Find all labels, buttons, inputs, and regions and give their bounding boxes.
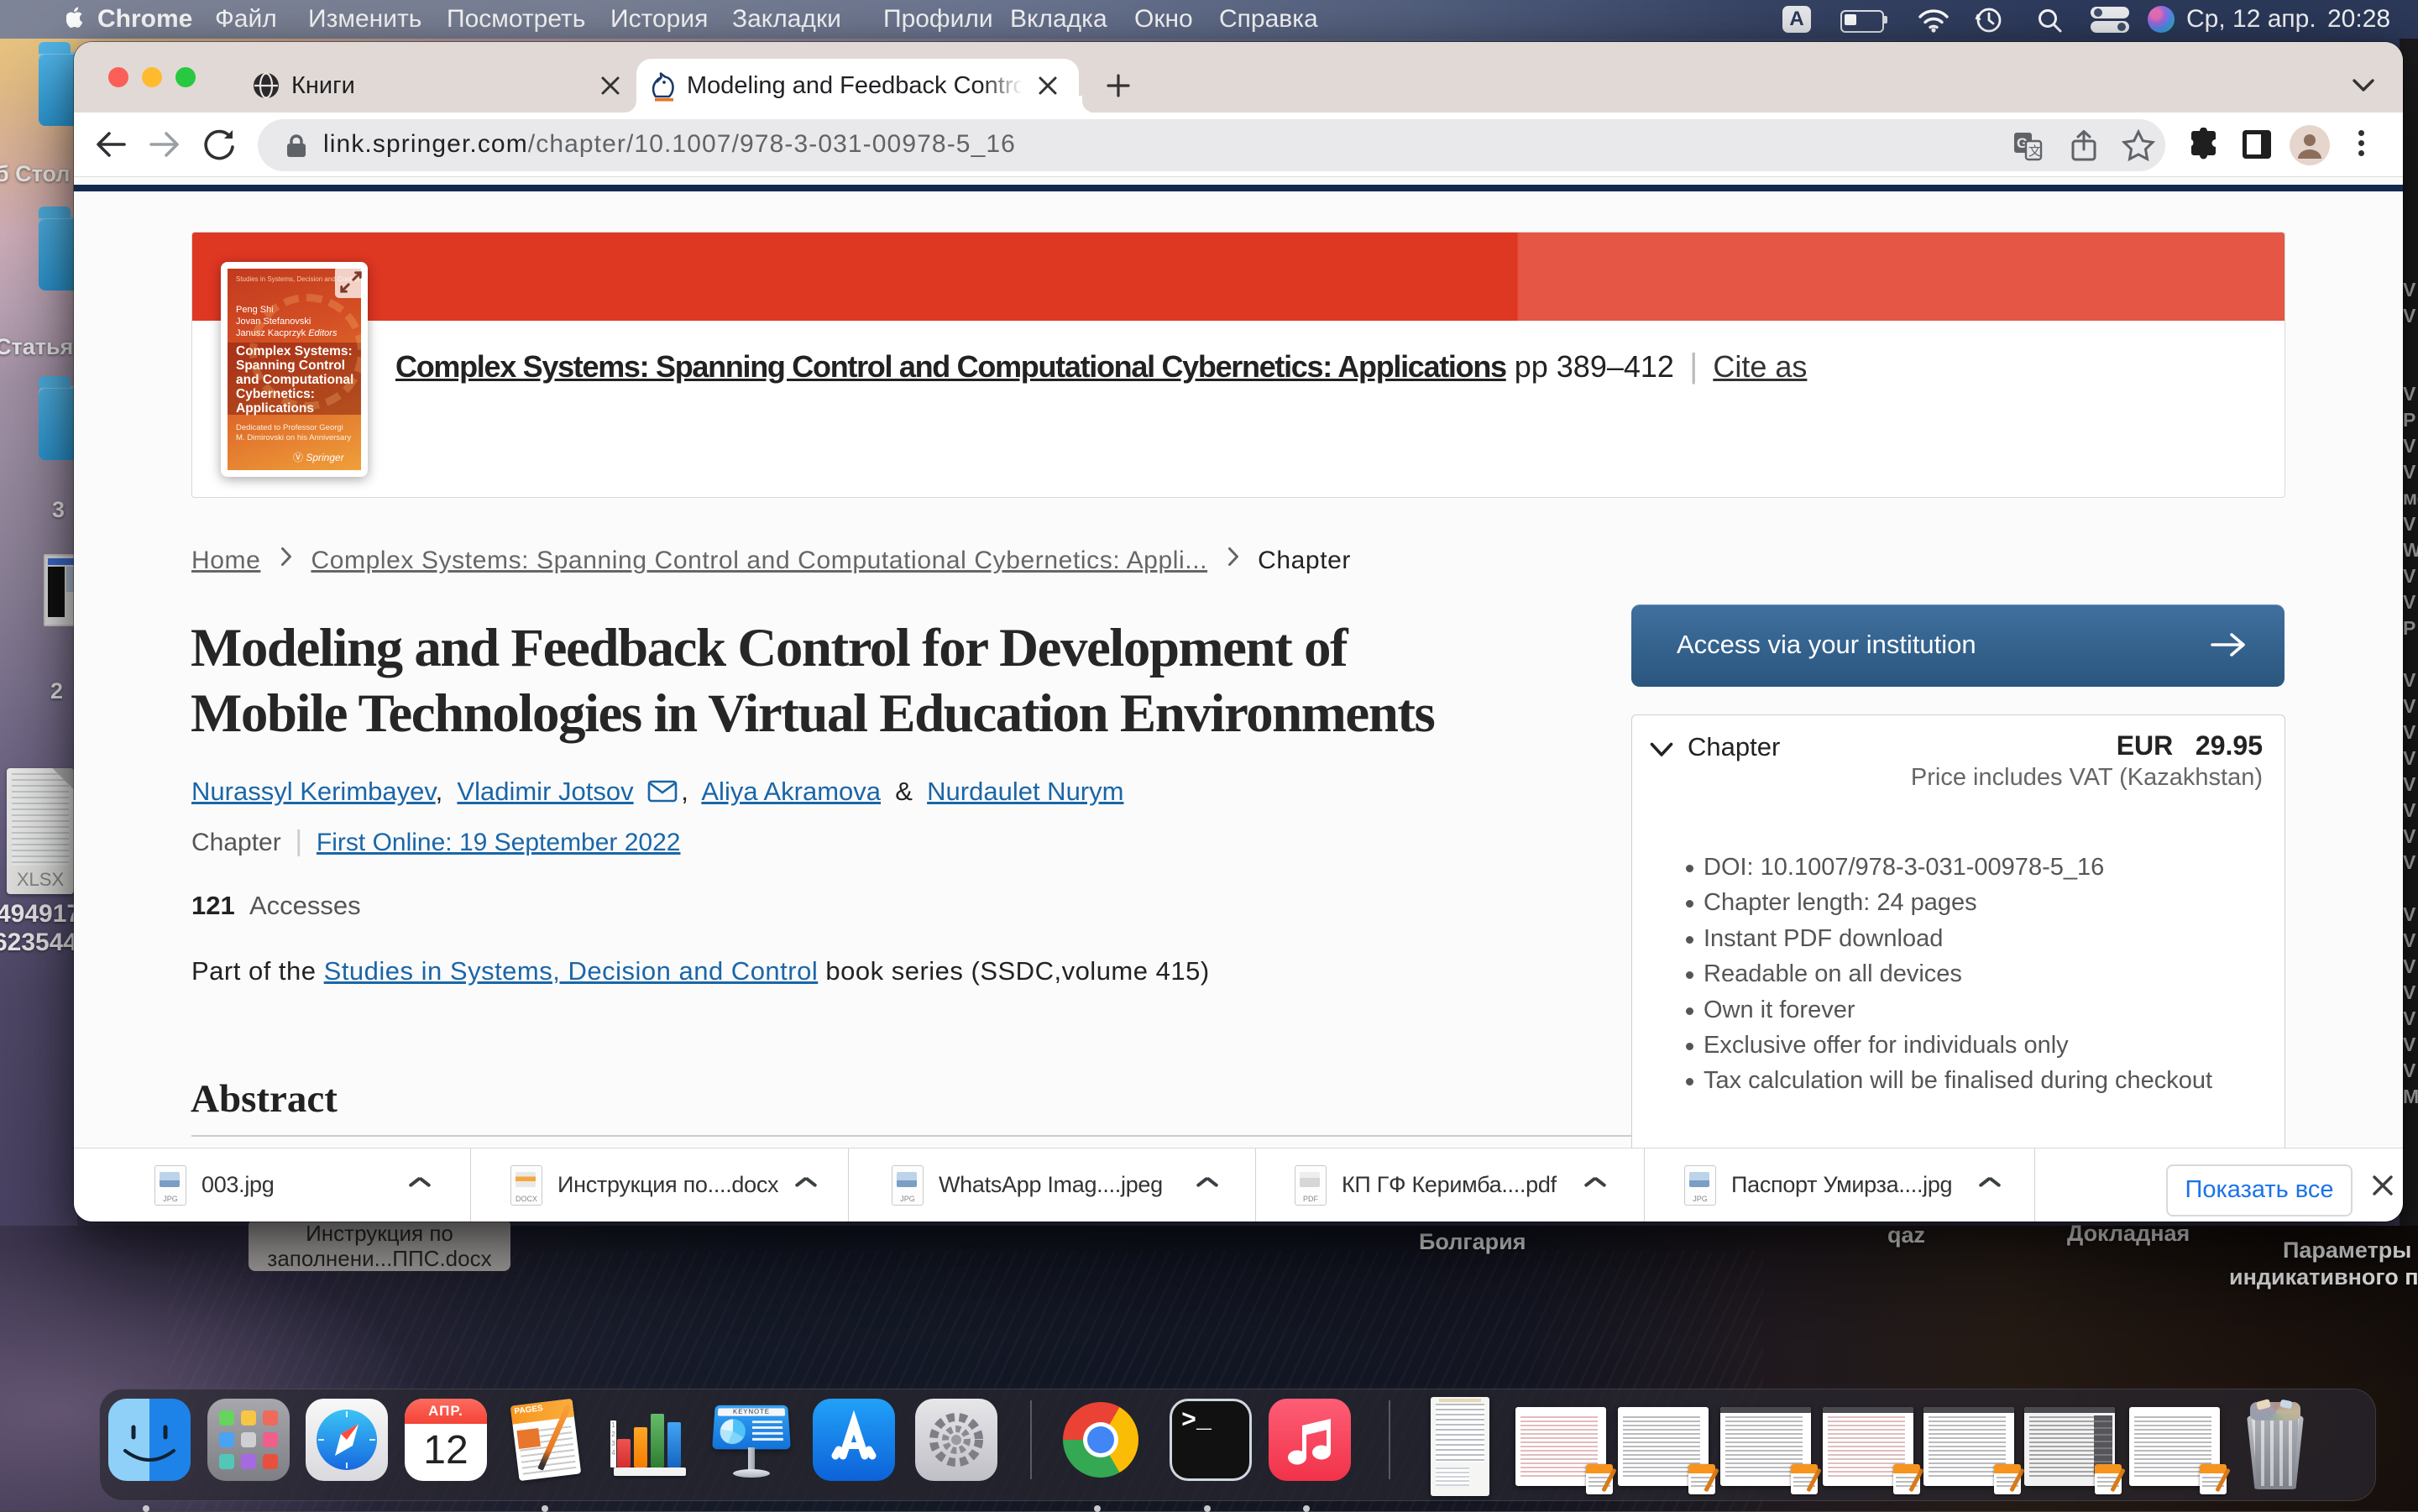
svg-text:文: 文 — [2028, 144, 2041, 159]
